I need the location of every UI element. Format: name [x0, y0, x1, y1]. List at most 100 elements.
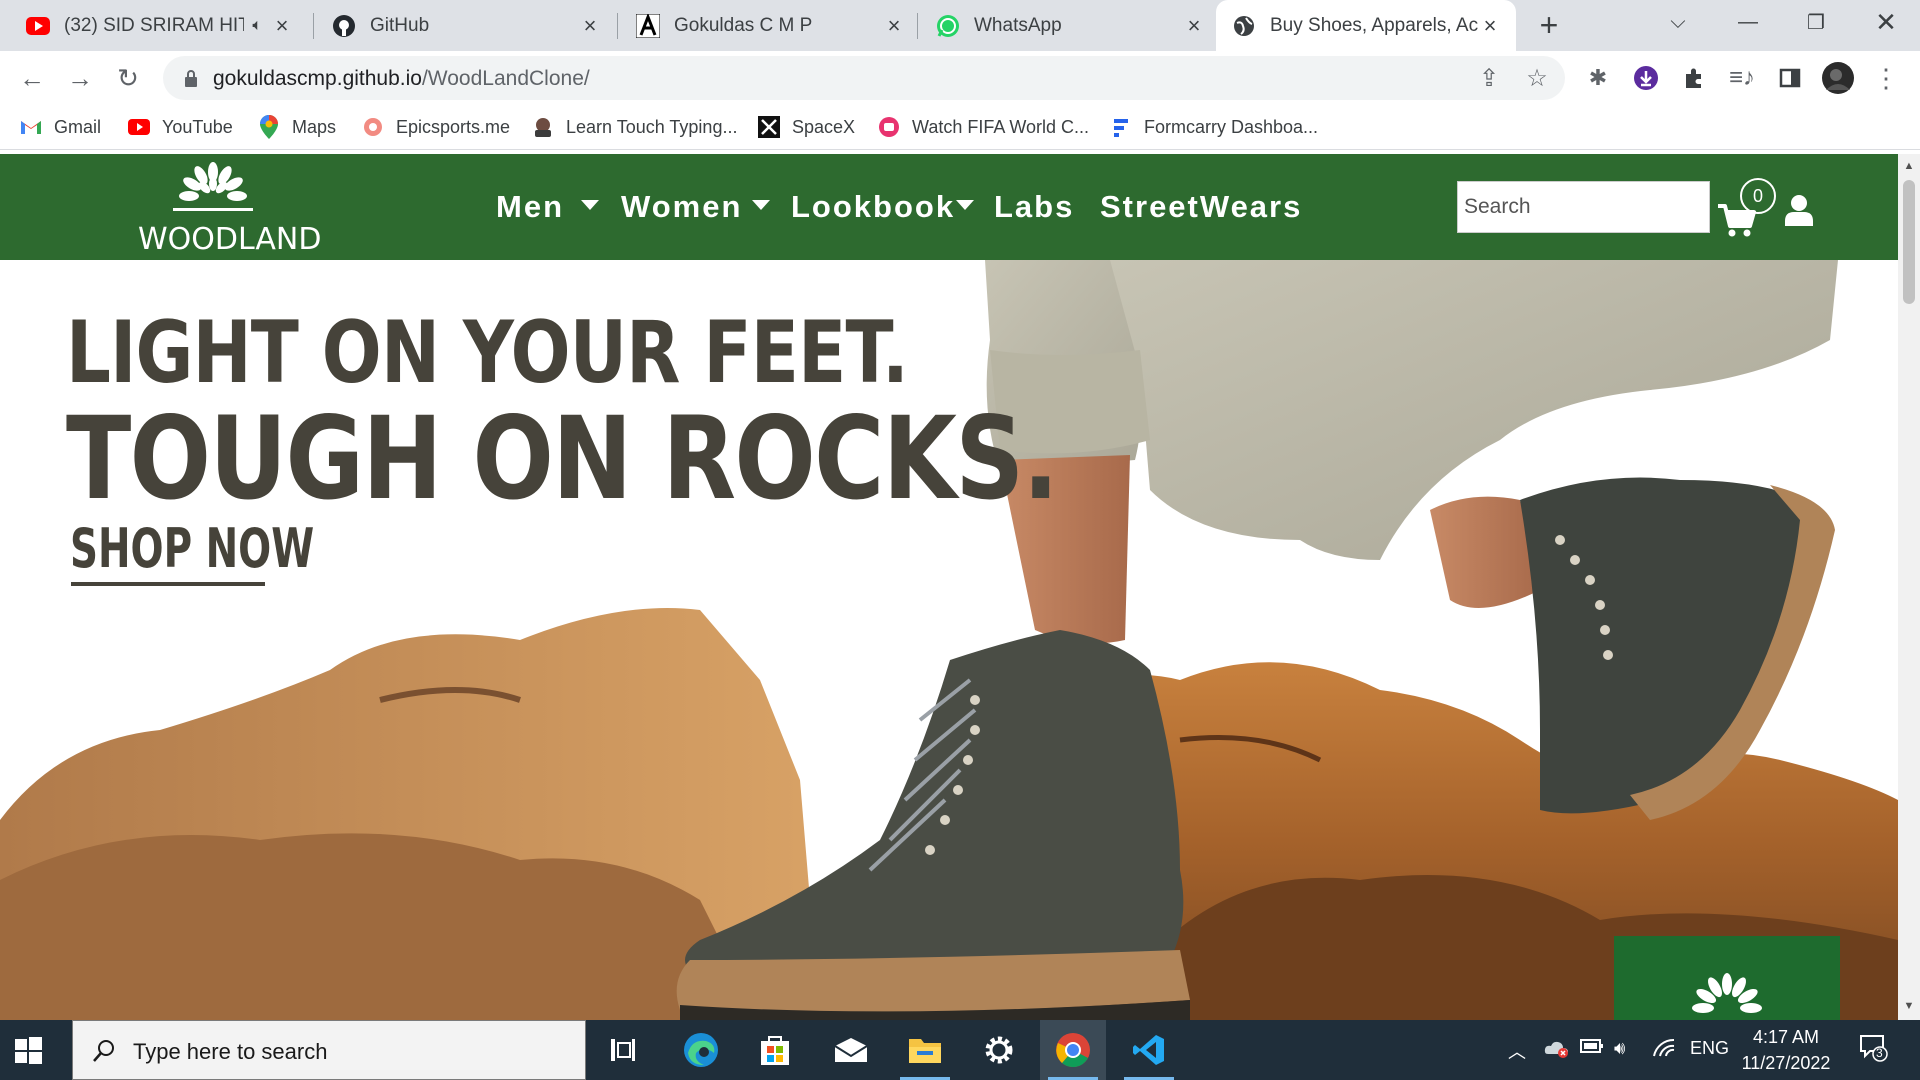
maps-pin-icon [258, 115, 280, 139]
page-viewport: WOODLAND Men Women Lookbook Labs StreetW… [0, 154, 1898, 1020]
onedrive-error-icon[interactable] [1544, 1038, 1570, 1063]
tab-youtube[interactable]: (32) SID SRIRAM HIT 🔈︎ × [10, 0, 308, 51]
share-icon[interactable]: ⇪ [1473, 62, 1505, 94]
bookmarks-bar: Gmail YouTube Maps Epicsports.me Learn T… [0, 104, 1920, 150]
notifications-icon[interactable]: 3 [1858, 1032, 1888, 1067]
mail-icon[interactable] [818, 1020, 884, 1080]
bookmark-fifa[interactable]: Watch FIFA World C... [878, 114, 1089, 140]
youtube-icon [128, 116, 150, 138]
extensions-puzzle-icon[interactable] [1676, 60, 1712, 96]
profile-avatar[interactable] [1820, 60, 1856, 96]
url-text: gokuldascmp.github.io/WoodLandClone/ [213, 67, 590, 91]
close-icon[interactable]: × [1478, 13, 1502, 38]
nav-streetwears[interactable]: StreetWears [1100, 189, 1302, 225]
reload-button[interactable]: ↻ [110, 60, 146, 96]
hero-banner: LIGHT ON YOUR FEET. TOUGH ON ROCKS. SHOP… [0, 260, 1898, 1020]
page-scrollbar[interactable]: ▲ ▼ [1898, 154, 1920, 1020]
nav-women[interactable]: Women [621, 189, 742, 225]
system-clock[interactable]: 4:17 AM 11/27/2022 [1736, 1024, 1836, 1076]
language-indicator[interactable]: ENG [1690, 1038, 1729, 1059]
back-button[interactable]: ← [14, 60, 50, 96]
lock-icon[interactable] [181, 68, 201, 88]
browser-toolbar: ← → ↻ gokuldascmp.github.io/WoodLandClon… [0, 51, 1920, 104]
edge-browser-icon[interactable] [668, 1020, 734, 1080]
tab-gokuldas[interactable]: Gokuldas C M P × [620, 0, 920, 51]
battery-icon[interactable] [1580, 1038, 1604, 1059]
site-search-input[interactable] [1457, 181, 1710, 233]
bookmark-formcarry[interactable]: Formcarry Dashboa... [1110, 114, 1318, 140]
globe-icon [1232, 14, 1256, 38]
tab-title: (32) SID SRIRAM HIT [64, 14, 245, 36]
tab-github[interactable]: GitHub × [316, 0, 616, 51]
minimize-button[interactable]: — [1714, 0, 1782, 44]
woodland-logo[interactable]: WOODLAND [138, 160, 321, 257]
file-explorer-icon[interactable] [892, 1020, 958, 1080]
lookbook-dropdown-caret-icon[interactable] [956, 200, 974, 210]
nav-labs[interactable]: Labs [994, 189, 1074, 225]
github-icon [332, 14, 356, 38]
bookmark-spacex[interactable]: SpaceX [758, 114, 855, 140]
show-hidden-icons-chevron-icon[interactable]: ︿ [1508, 1038, 1526, 1064]
tab-whatsapp[interactable]: WhatsApp × [920, 0, 1220, 51]
microsoft-store-icon[interactable] [742, 1020, 808, 1080]
speaker-muted-icon[interactable]: 🔈︎ [252, 17, 262, 35]
hero-headline-line2: TOUGH ON ROCKS. [66, 392, 1059, 525]
nav-men[interactable]: Men [496, 189, 564, 225]
shop-now-link[interactable]: SHOP NOW [70, 522, 314, 576]
taskbar-search-placeholder: Type here to search [133, 1039, 328, 1064]
bookmark-label: Maps [292, 116, 337, 137]
vscode-icon[interactable] [1116, 1020, 1182, 1080]
typing-icon [532, 116, 554, 138]
scrollbar-thumb[interactable] [1903, 180, 1915, 304]
bookmark-epicsports[interactable]: Epicsports.me [362, 114, 510, 140]
scroll-down-arrow-icon[interactable]: ▼ [1903, 1000, 1915, 1012]
tab-title: WhatsApp [974, 14, 1062, 36]
url-path: /WoodLandClone/ [421, 67, 590, 90]
close-icon[interactable]: × [1182, 13, 1206, 38]
tab-search-chevron-icon[interactable]: ⌵ [1644, 0, 1712, 44]
forward-button[interactable]: → [62, 60, 98, 96]
men-dropdown-caret-icon[interactable] [581, 200, 599, 210]
chrome-menu-icon[interactable]: ⋮ [1868, 60, 1904, 96]
volume-icon[interactable]: 🔊︎ [1614, 1038, 1625, 1059]
close-icon[interactable]: × [270, 13, 294, 38]
bookmark-label: Formcarry Dashboa... [1144, 116, 1319, 137]
fifa-icon [878, 116, 900, 138]
floating-woodland-badge[interactable] [1614, 936, 1840, 1020]
media-control-icon[interactable]: ≡♪ [1724, 60, 1760, 96]
scroll-up-arrow-icon[interactable]: ▲ [1903, 160, 1915, 172]
tab-title: GitHub [370, 14, 430, 36]
bookmark-gmail[interactable]: Gmail [20, 114, 101, 140]
taskbar-search-box[interactable]: Type here to search [72, 1020, 586, 1080]
gmail-icon [20, 116, 42, 138]
settings-gear-icon[interactable] [966, 1020, 1032, 1080]
whatsapp-icon [936, 14, 960, 38]
youtube-icon [26, 14, 50, 38]
bookmark-maps[interactable]: Maps [258, 114, 336, 140]
task-view-icon[interactable] [590, 1020, 656, 1080]
restore-button[interactable]: ❐ [1782, 0, 1850, 44]
bug-extension-icon[interactable]: ✱ [1580, 60, 1616, 96]
download-extension-icon[interactable] [1628, 60, 1664, 96]
brand-wordmark: WOODLAND [138, 222, 322, 257]
close-icon[interactable]: × [882, 13, 906, 38]
shop-now-underline [71, 582, 265, 586]
address-bar[interactable]: gokuldascmp.github.io/WoodLandClone/ ⇪ ☆ [163, 56, 1565, 100]
bookmark-youtube[interactable]: YouTube [128, 114, 233, 140]
woodland-tree-emblem-icon [1692, 973, 1762, 1013]
close-icon[interactable]: × [578, 13, 602, 38]
tab-woodland-active[interactable]: Buy Shoes, Apparels, Acce × [1216, 0, 1516, 51]
side-panel-icon[interactable] [1772, 60, 1808, 96]
new-tab-button[interactable]: + [1533, 9, 1565, 42]
bookmark-typing[interactable]: Learn Touch Typing... [532, 114, 737, 140]
windows-start-icon[interactable] [12, 1034, 44, 1066]
bookmark-star-icon[interactable]: ☆ [1521, 62, 1553, 94]
chrome-icon[interactable] [1040, 1020, 1106, 1080]
user-account-icon[interactable] [1785, 194, 1813, 226]
a-letter-icon [636, 13, 660, 38]
nav-lookbook[interactable]: Lookbook [791, 189, 955, 225]
wifi-icon[interactable] [1652, 1038, 1676, 1063]
women-dropdown-caret-icon[interactable] [752, 200, 770, 210]
tab-title: Buy Shoes, Apparels, Acce [1270, 14, 1478, 36]
close-window-button[interactable]: ✕ [1852, 0, 1920, 44]
